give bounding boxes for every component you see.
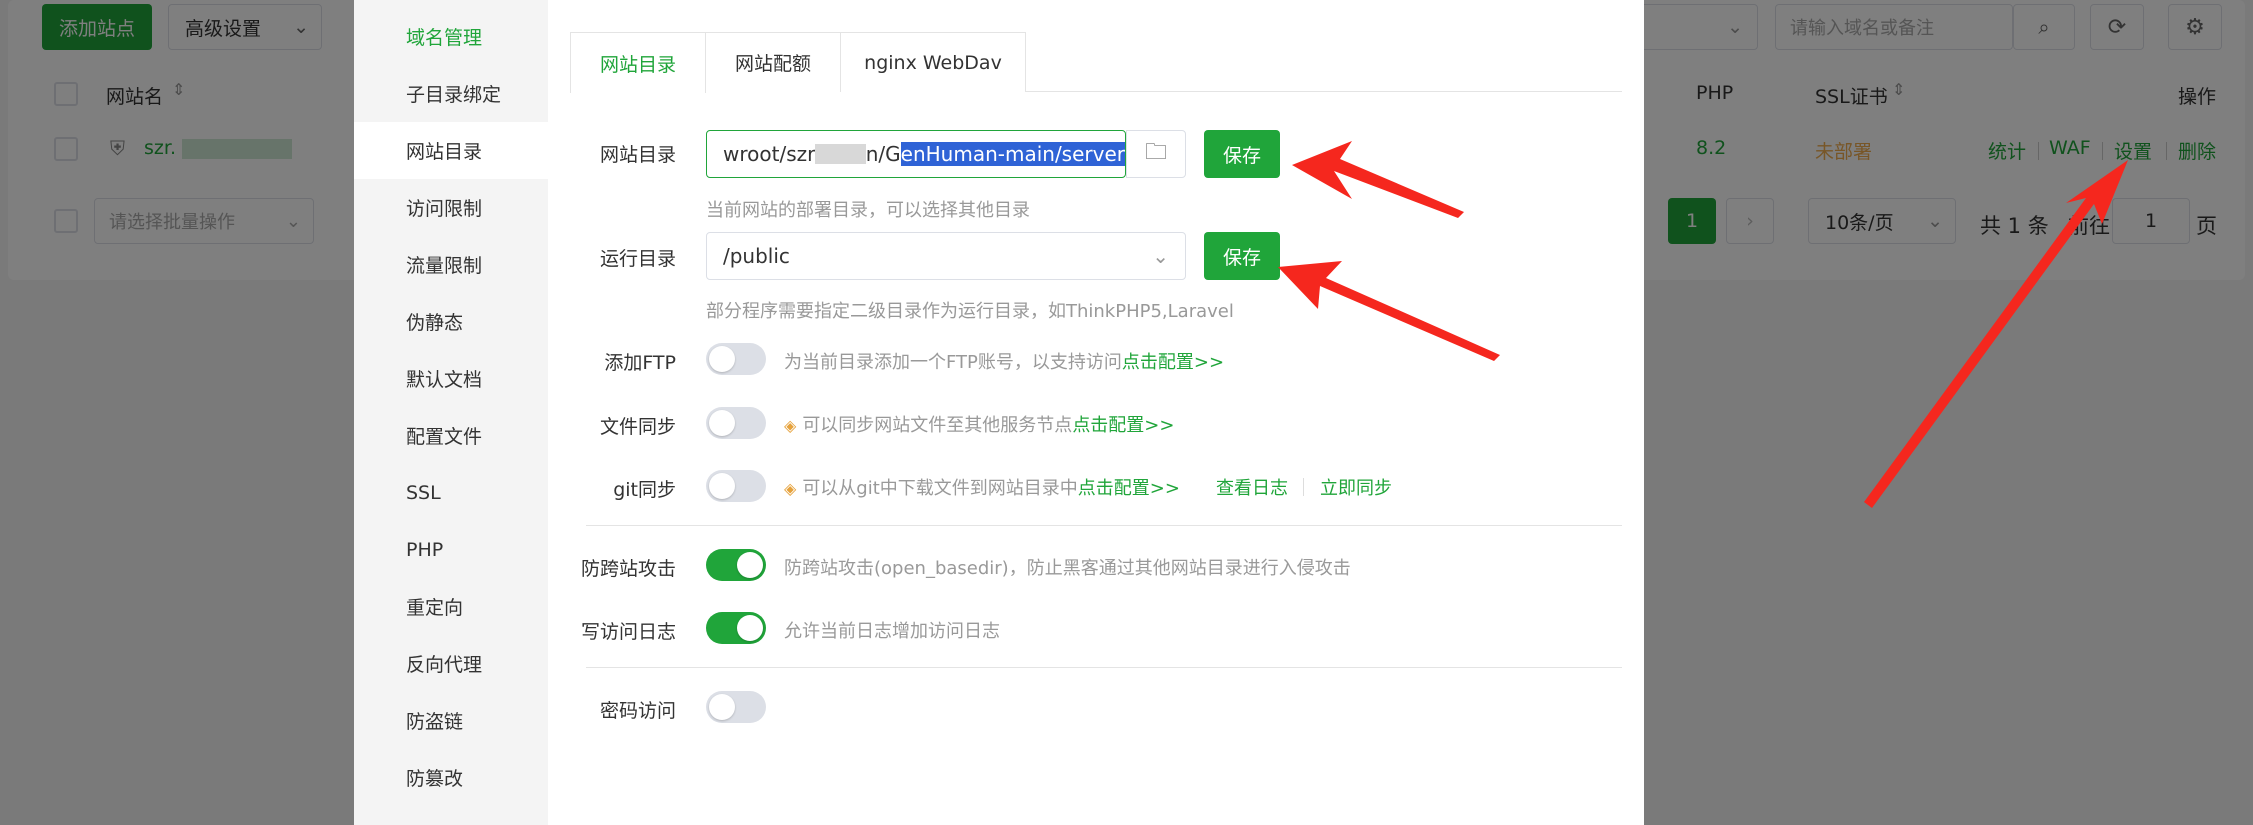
arrow-to-site-dir-save [1292,141,1464,218]
arrow-to-settings-link [1864,160,2128,508]
annotation-arrows [1278,141,2128,508]
arrow-to-run-dir-save [1278,261,1500,361]
